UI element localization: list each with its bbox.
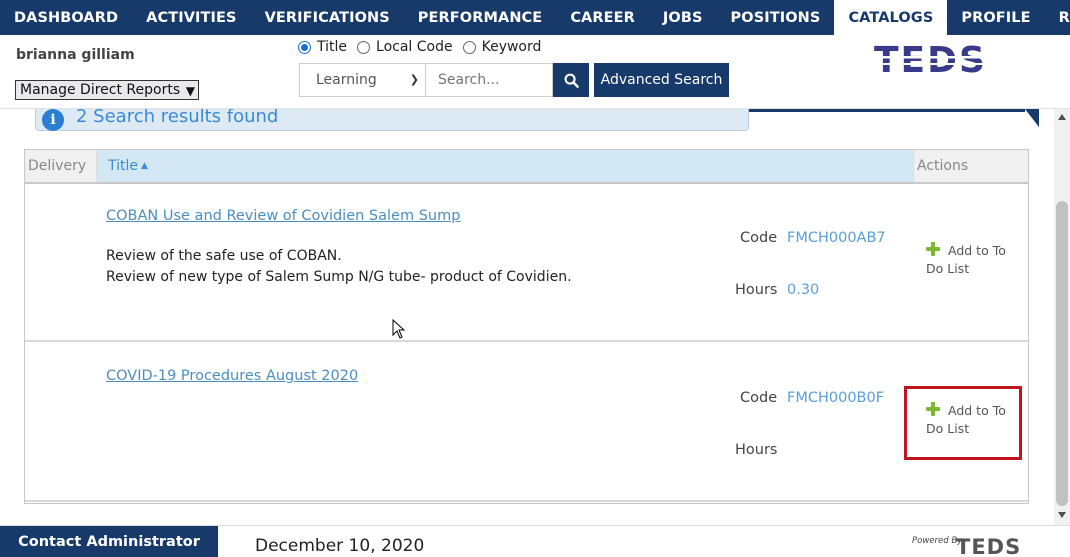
radio-local-code[interactable] [357, 40, 371, 54]
search-icon [564, 73, 579, 88]
top-nav: DASHBOARD ACTIVITIES VERIFICATIONS PERFO… [0, 0, 1070, 35]
column-header-delivery[interactable]: Delivery [25, 150, 97, 182]
search-mode-title-label: Title [317, 39, 348, 55]
nav-item-activities[interactable]: ACTIVITIES [132, 0, 250, 35]
nav-item-dashboard[interactable]: DASHBOARD [0, 0, 132, 35]
reports-select-value: Manage Direct Reports [20, 82, 181, 98]
powered-by-teds-logo: Powered By TEDS [912, 535, 1021, 557]
powered-logo-text: TEDS [956, 535, 1021, 556]
scroll-down-arrow-icon[interactable] [1058, 512, 1066, 518]
category-select-value: Learning [316, 72, 377, 88]
teds-logo: TEDS [874, 43, 1014, 77]
column-header-title[interactable]: Title ▲ [97, 150, 913, 182]
nav-item-catalogs[interactable]: CATALOGS [834, 0, 948, 35]
nav-item-reports[interactable]: RE [1045, 0, 1070, 35]
course-title-link[interactable]: COVID-19 Procedures August 2020 [106, 368, 358, 384]
chevron-down-icon: ▼ [185, 84, 195, 98]
hours-label: Hours [735, 442, 778, 458]
teds-logo-text: TEDS [874, 43, 987, 77]
info-icon: i [42, 109, 64, 131]
add-to-todo-button[interactable]: Add to To Do List [926, 242, 1016, 278]
description-line: Review of the safe use of COBAN. [106, 248, 342, 264]
search-mode-local-code-label: Local Code [376, 39, 453, 55]
hours-value: 0.30 [787, 282, 820, 298]
plus-icon [926, 242, 940, 256]
chevron-down-icon: ❯ [409, 73, 419, 86]
nav-item-jobs[interactable]: JOBS [649, 0, 717, 35]
search-mode-title[interactable]: Title [298, 39, 347, 55]
user-name: brianna gilliam [16, 47, 135, 63]
course-title-link[interactable]: COBAN Use and Review of Covidien Salem S… [106, 208, 460, 224]
search-input[interactable] [426, 63, 553, 97]
corner-decoration [1025, 109, 1039, 127]
results-table: Delivery Title ▲ Actions COBAN Use and Re… [24, 149, 1029, 504]
results-info-banner: i 2 Search results found [35, 109, 749, 131]
mouse-cursor-icon [392, 319, 406, 339]
results-count-text: 2 Search results found [76, 109, 279, 127]
search-mode-keyword[interactable]: Keyword [462, 39, 542, 55]
course-description: Review of the safe use of COBAN. Review … [106, 246, 572, 288]
table-row: COBAN Use and Review of Covidien Salem S… [25, 184, 1028, 342]
scroll-up-arrow-icon[interactable] [1058, 114, 1066, 120]
search-mode-group: Title Local Code Keyword [298, 39, 551, 55]
search-mode-local-code[interactable]: Local Code [357, 39, 453, 55]
footer-date: December 10, 2020 [255, 536, 425, 556]
page-footer: Contact Administrator December 10, 2020 … [0, 525, 1070, 557]
page-header: brianna gilliam Manage Direct Reports ▼ … [0, 35, 1070, 109]
code-value: FMCH000B0F [787, 390, 885, 406]
code-label: Code [740, 390, 778, 406]
nav-item-profile[interactable]: PROFILE [947, 0, 1044, 35]
highlight-box [904, 386, 1022, 460]
contact-administrator-button[interactable]: Contact Administrator [0, 526, 218, 557]
description-line: Review of new type of Salem Sump N/G tub… [106, 269, 572, 285]
column-header-title-label: Title [108, 158, 139, 174]
vertical-scrollbar[interactable] [1054, 109, 1070, 525]
search-mode-keyword-label: Keyword [481, 39, 542, 55]
powered-by-logo: Powered By TEDS [912, 534, 1047, 557]
code-label: Code [740, 230, 778, 246]
nav-item-positions[interactable]: POSITIONS [717, 0, 835, 35]
sort-asc-icon: ▲ [141, 161, 148, 171]
catalog-category-select[interactable]: Learning ❯ [299, 63, 426, 97]
table-row: COVID-19 Procedures August 2020 Code FMC… [25, 344, 1028, 502]
column-header-actions: Actions [913, 150, 1028, 182]
nav-item-performance[interactable]: PERFORMANCE [404, 0, 557, 35]
search-button[interactable] [553, 63, 589, 97]
radio-keyword[interactable] [462, 40, 476, 54]
hours-label: Hours [735, 282, 778, 298]
results-content: i 2 Search results found Delivery Title ▲… [0, 109, 1054, 525]
nav-item-verifications[interactable]: VERIFICATIONS [251, 0, 404, 35]
radio-title[interactable] [298, 40, 311, 54]
scroll-thumb[interactable] [1056, 201, 1068, 506]
nav-item-career[interactable]: CAREER [556, 0, 649, 35]
code-value: FMCH000AB7 [787, 230, 886, 246]
table-header: Delivery Title ▲ Actions [25, 150, 1028, 184]
advanced-search-button[interactable]: Advanced Search [594, 63, 729, 97]
manage-direct-reports-select[interactable]: Manage Direct Reports ▼ [15, 80, 199, 100]
